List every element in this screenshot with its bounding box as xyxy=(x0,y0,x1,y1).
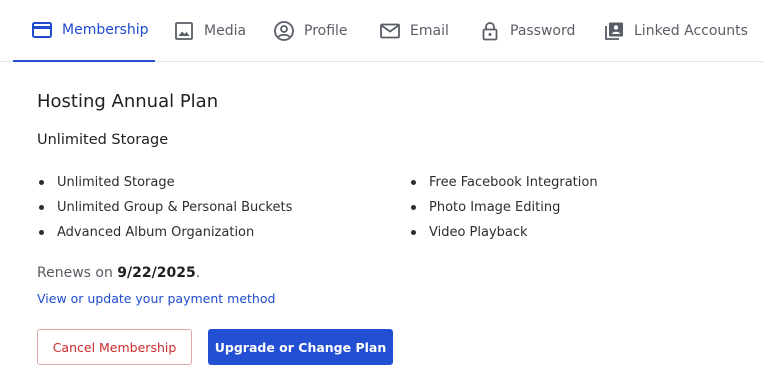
linked-accounts-icon xyxy=(603,20,625,42)
tab-label: Profile xyxy=(304,23,348,39)
feature-label: Video Playback xyxy=(429,225,528,240)
tab-label: Membership xyxy=(62,22,149,38)
cancel-membership-button[interactable]: Cancel Membership xyxy=(37,329,192,365)
mail-icon xyxy=(379,20,401,42)
bullet-icon xyxy=(39,205,44,210)
tab-label: Linked Accounts xyxy=(634,23,748,39)
feature-item: Photo Image Editing xyxy=(409,197,598,222)
feature-list-left: Unlimited Storage Unlimited Group & Pers… xyxy=(37,172,292,247)
credit-card-icon xyxy=(31,19,53,41)
tab-label: Media xyxy=(204,23,247,39)
tab-membership[interactable]: Membership xyxy=(13,0,155,62)
tab-label: Email xyxy=(410,23,449,39)
payment-method-link[interactable]: View or update your payment method xyxy=(37,291,275,306)
feature-list-right: Free Facebook Integration Photo Image Ed… xyxy=(409,172,598,247)
tab-label: Password xyxy=(510,23,576,39)
renewal-info: Renews on 9/22/2025. xyxy=(37,265,200,281)
tab-linked-accounts[interactable]: Linked Accounts xyxy=(585,0,764,62)
settings-tabs: Membership Media Profile Email Password … xyxy=(0,0,764,62)
bullet-icon xyxy=(411,205,416,210)
plan-title: Hosting Annual Plan xyxy=(37,91,219,112)
bullet-icon xyxy=(411,230,416,235)
feature-item: Unlimited Storage xyxy=(37,172,292,197)
bullet-icon xyxy=(39,230,44,235)
feature-item: Video Playback xyxy=(409,222,598,247)
lock-icon xyxy=(479,20,501,42)
renewal-date: 9/22/2025 xyxy=(117,265,196,281)
feature-label: Unlimited Group & Personal Buckets xyxy=(57,200,293,215)
feature-label: Photo Image Editing xyxy=(429,200,561,215)
bullet-icon xyxy=(411,180,416,185)
tab-password[interactable]: Password xyxy=(461,0,585,62)
feature-label: Free Facebook Integration xyxy=(429,175,598,190)
tab-media[interactable]: Media xyxy=(155,0,255,62)
tab-email[interactable]: Email xyxy=(361,0,461,62)
feature-label: Unlimited Storage xyxy=(57,175,175,190)
feature-item: Free Facebook Integration xyxy=(409,172,598,197)
tab-profile[interactable]: Profile xyxy=(255,0,361,62)
bullet-icon xyxy=(39,180,44,185)
image-icon xyxy=(173,20,195,42)
feature-item: Unlimited Group & Personal Buckets xyxy=(37,197,292,222)
upgrade-plan-button[interactable]: Upgrade or Change Plan xyxy=(208,329,393,365)
feature-label: Advanced Album Organization xyxy=(57,225,255,240)
user-circle-icon xyxy=(273,20,295,42)
plan-subtitle: Unlimited Storage xyxy=(37,132,169,148)
renewal-prefix: Renews on xyxy=(37,265,118,281)
feature-item: Advanced Album Organization xyxy=(37,222,292,247)
renewal-suffix: . xyxy=(195,265,201,281)
